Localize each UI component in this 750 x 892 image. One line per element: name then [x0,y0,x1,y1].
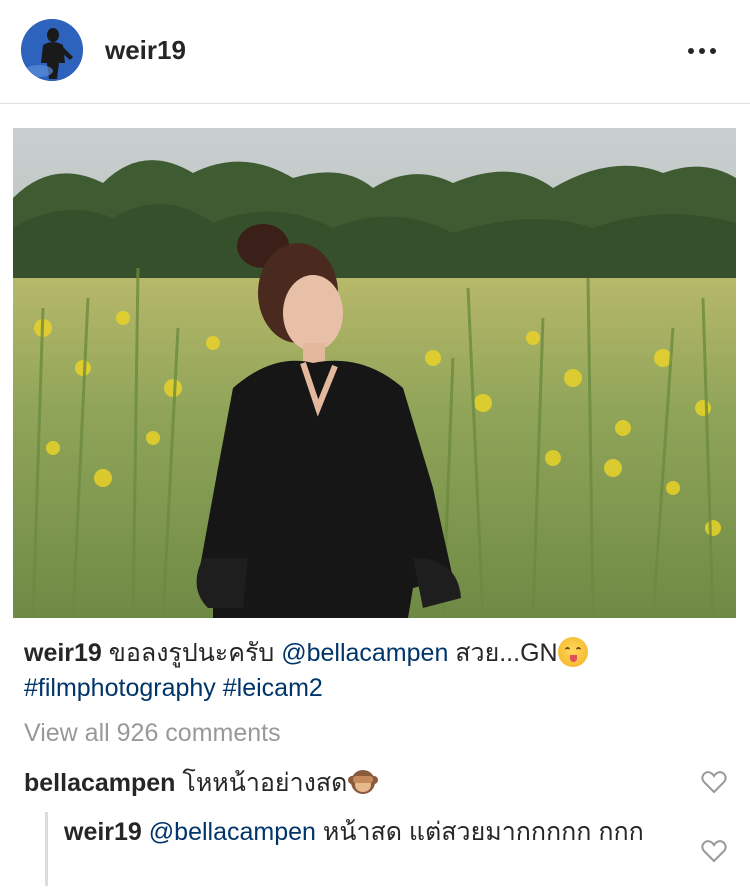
hashtag-filmphotography[interactable]: #filmphotography [24,674,216,702]
reply-username[interactable]: weir19 [64,818,142,846]
reply-thread-line [45,812,48,886]
comment-text: โหหน้าอย่างสด [175,769,348,797]
caption-mention[interactable]: @bellacampen [281,639,448,667]
like-comment-heart-icon[interactable] [701,770,727,794]
like-reply-heart-icon[interactable] [701,839,727,863]
caption-text-2: สวย...GN [448,639,558,667]
post-photo[interactable] [13,128,736,618]
photo-image [13,128,736,618]
post-username[interactable]: weir19 [105,34,186,66]
hashtag-leicam2[interactable]: #leicam2 [223,674,323,702]
view-all-comments-link[interactable]: View all 926 comments [24,716,281,750]
caption-text: ขอลงรูปนะครับ [101,639,282,667]
post-caption: weir19 ขอลงรูปนะครับ @bellacampen สวย...… [24,636,724,706]
reply-mention[interactable]: @bellacampen [149,818,316,846]
more-dot [699,48,705,54]
avatar-image [21,19,83,81]
post-header: weir19 [0,0,750,104]
comment: bellacampen โหหน้าอย่างสด [24,766,664,800]
see-no-evil-monkey-icon [347,767,379,797]
more-options-icon[interactable] [688,44,724,58]
more-dot [710,48,716,54]
more-dot [688,48,694,54]
reply-text: หน้าสด แต่สวยมากกกกก กกก [315,818,644,846]
comment-username[interactable]: bellacampen [24,769,175,797]
reply-comment: weir19 @bellacampen หน้าสด แต่สวยมากกกกก… [64,815,664,849]
avatar[interactable] [21,19,83,81]
caption-username[interactable]: weir19 [24,639,102,667]
smiling-face-emoji-icon [557,637,588,667]
